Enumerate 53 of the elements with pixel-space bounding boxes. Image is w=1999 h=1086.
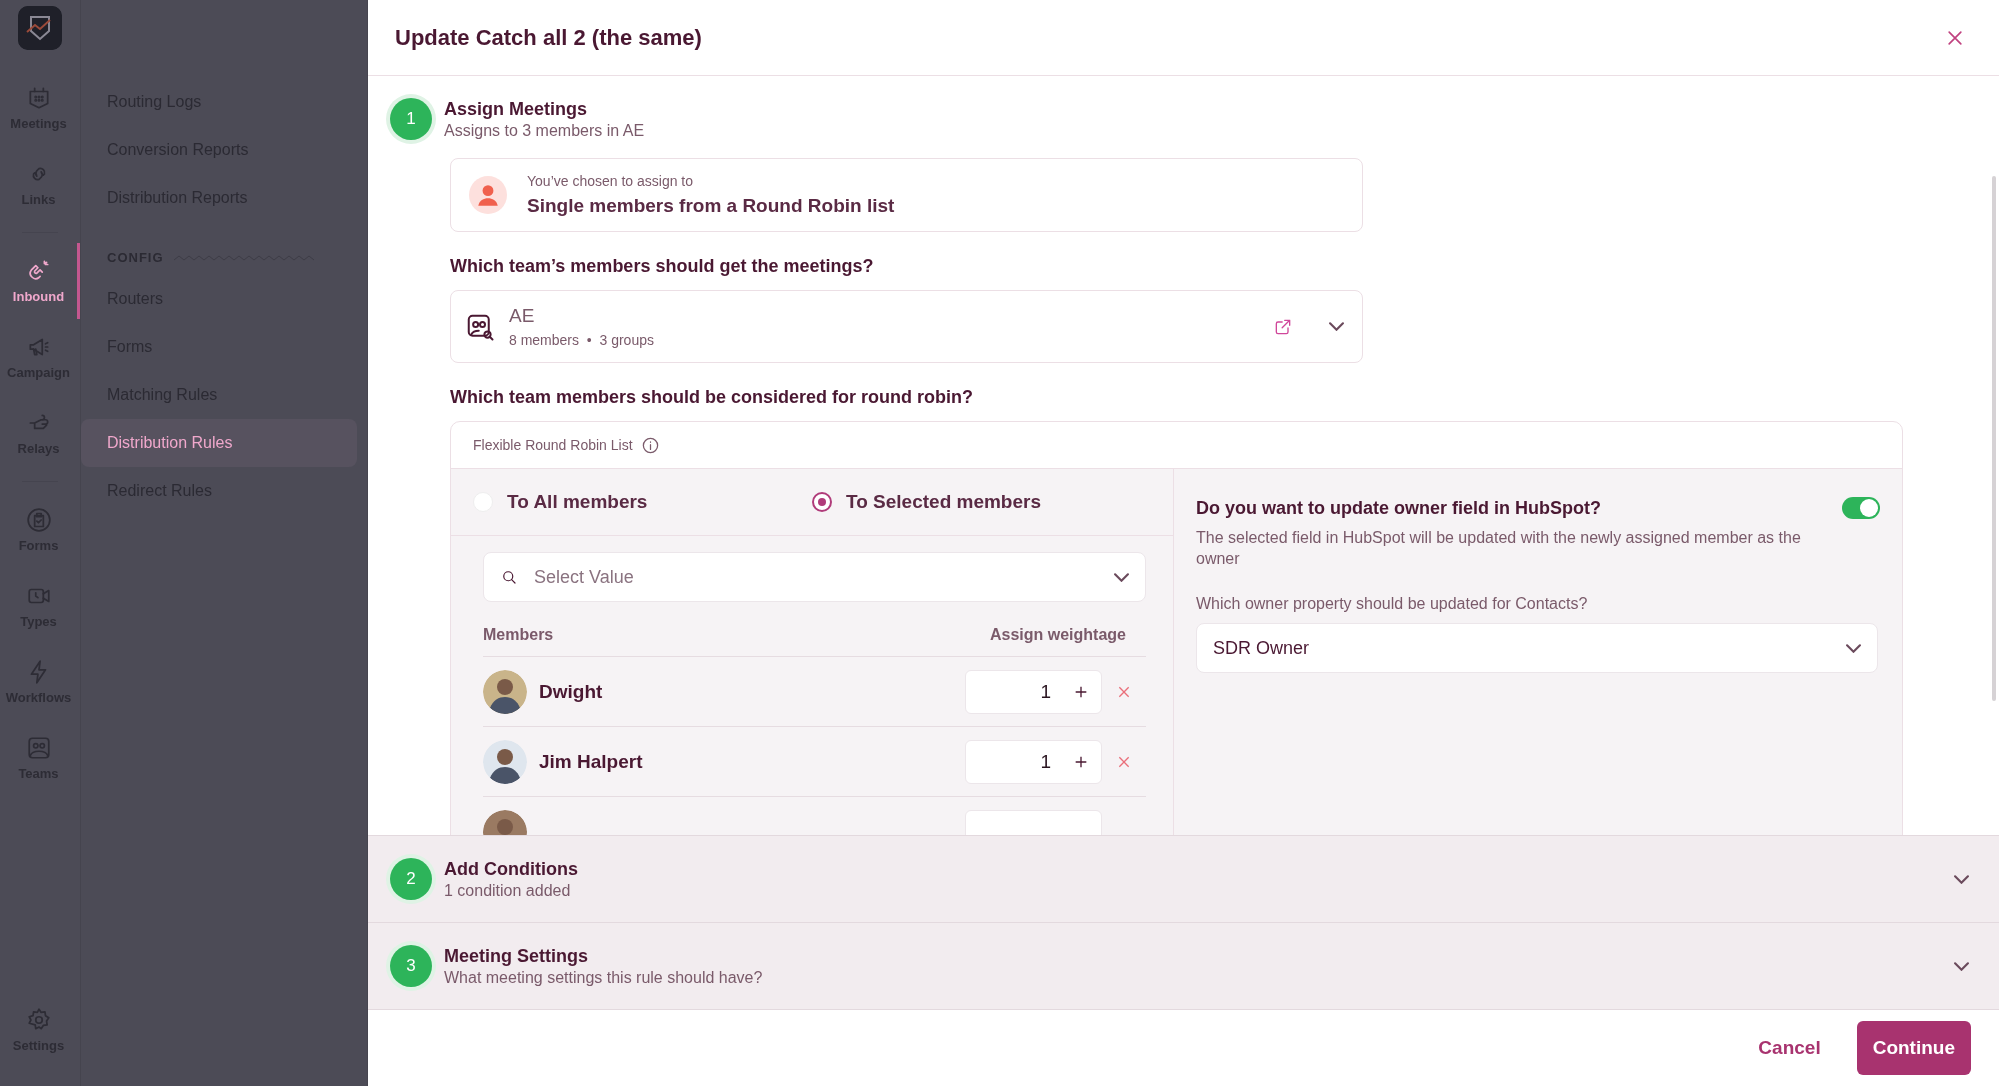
column-header: Members [483,626,554,644]
team-name: AE [509,305,536,327]
card-value: Single members from a Round Robin list [527,195,895,217]
info-icon [640,435,660,455]
chevron-down-icon [1114,572,1129,582]
chevron-down-icon [1329,322,1344,331]
step-subtitle: What meeting settings this rule should have? [444,968,763,987]
team-meta: 8 members • 3 groups [509,332,655,348]
search-icon [500,568,518,586]
step-number: 3 [390,945,432,987]
clipboard-icon [25,507,52,533]
question-label: Which team’s members should get the meetings? [450,256,875,277]
chevron-down-icon [1954,961,1969,971]
settings-icon [25,1007,52,1033]
step-subtitle: 1 condition added [444,881,572,900]
scrollbar[interactable] [1992,176,1996,701]
team-icon [25,735,52,761]
continue-button[interactable]: Continue [1856,1021,1971,1075]
logo-icon[interactable] [18,6,62,50]
step-subtitle: Assigns to 3 members in AE [444,121,645,140]
chevron-down-icon [1846,643,1861,653]
question-label: Which team members should be considered for round robin? [450,387,975,408]
step-number: 1 [390,98,432,140]
list-label: Flexible Round Robin List [473,437,633,453]
weight-stepper[interactable]: 1 [965,669,1102,714]
member-name: Dwight [539,680,604,703]
member-name: Jim Halpert [539,750,644,773]
step-section[interactable]: 3 Meeting Settings What meeting settings this rule should have? [368,922,1999,1009]
column-header: Assign weightage [989,626,1126,644]
avatar [483,739,527,784]
step-title: Assign Meetings [444,98,589,120]
radio-option[interactable]: To All members [473,491,812,513]
person-icon [475,182,501,208]
step-title: Meeting Settings [444,945,589,967]
nav-item[interactable]: Distribution Rules [81,419,357,467]
property-label: Which owner property should be updated for Contacts? [1196,595,1589,613]
select-field[interactable]: Select Value [483,552,1146,602]
step-title: Add Conditions [444,858,578,880]
step-number: 2 [390,858,432,900]
step-section[interactable]: 2 Add Conditions 1 condition added [368,835,1999,922]
hubspot-question: Do you want to update owner field in HubSpot? [1196,497,1601,519]
team-select[interactable]: AE 8 members • 3 groups [450,290,1363,363]
search-input[interactable]: Select Value [532,565,1100,589]
weight-stepper[interactable]: 1 [965,739,1102,784]
hubspot-description: The selected field in HubSpot will be updated with the newly assigned member as the owner [1196,528,1802,569]
toggle-switch[interactable] [1842,497,1880,519]
cancel-button[interactable]: Cancel [1752,1027,1827,1069]
radio-option[interactable]: To Selected members [812,491,1151,513]
card-caption: You’ve chosen to assign to [527,173,695,189]
avatar [483,669,527,714]
chevron-down-icon [1954,874,1969,884]
owner-property-select[interactable]: SDR Owner [1196,623,1878,673]
dialog-title: Update Catch all 2 (the same) [395,24,702,51]
